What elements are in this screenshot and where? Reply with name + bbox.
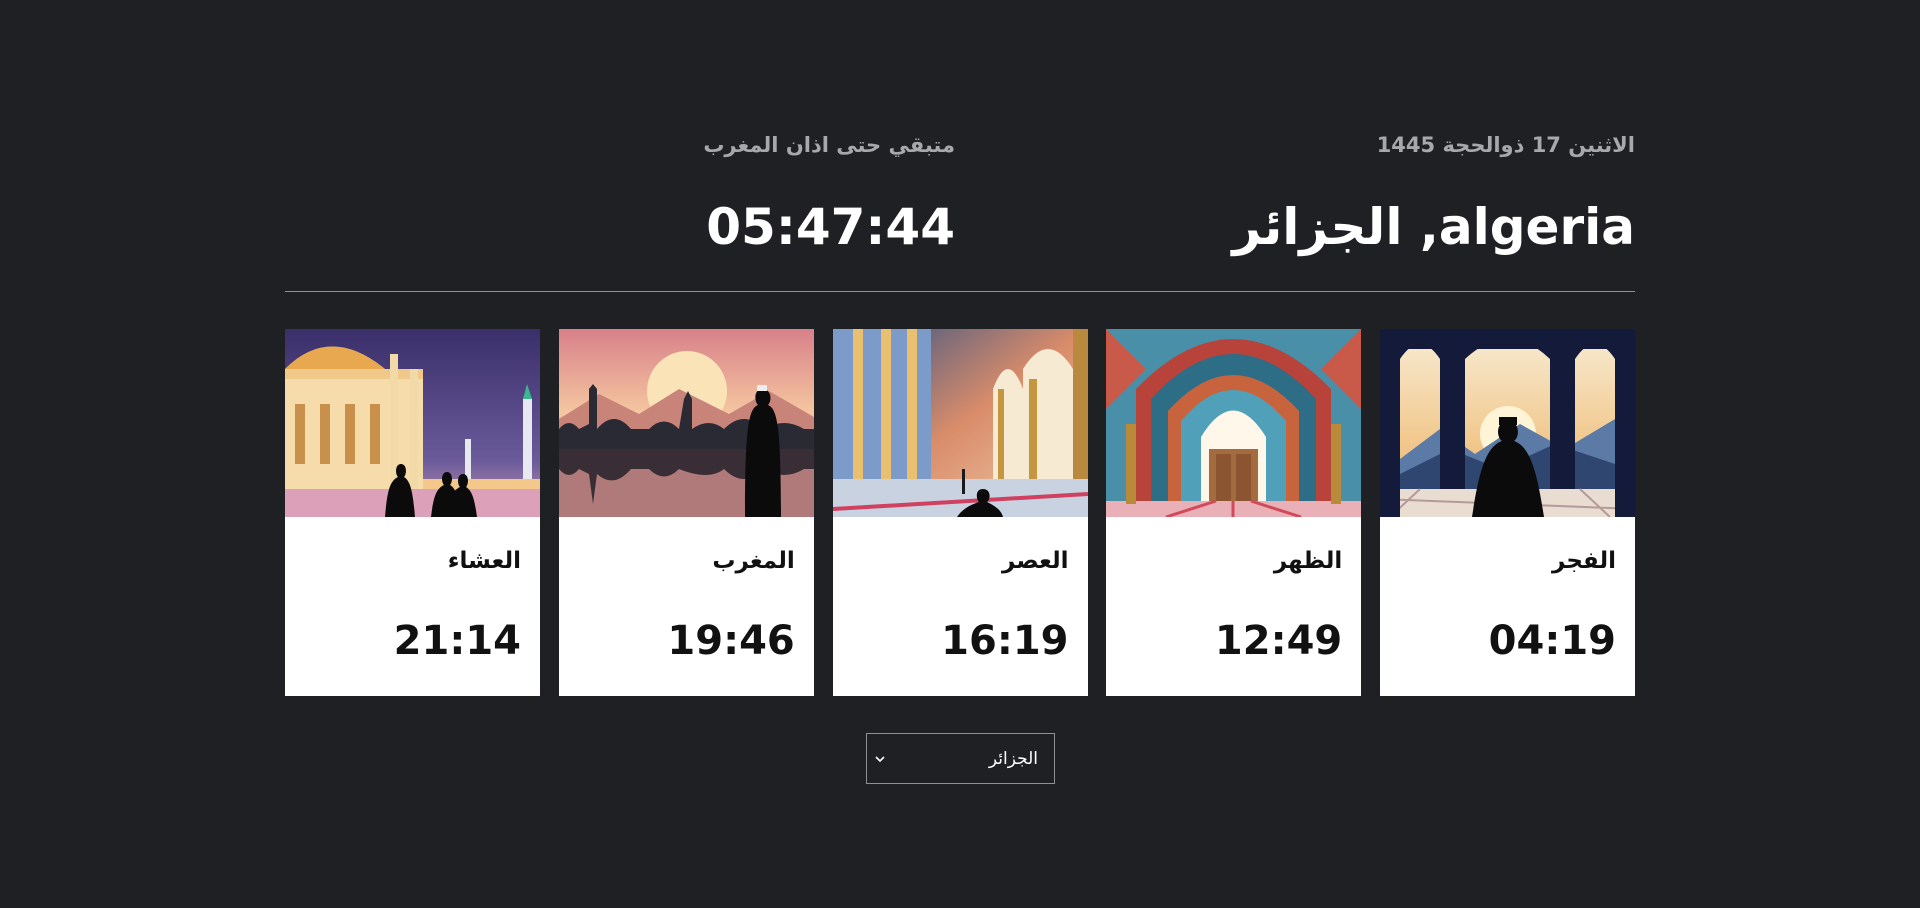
countdown-block: متبقي حتى اذان المغرب 05:47:44 [285, 0, 955, 292]
countdown-label: متبقي حتى اذان المغرب [703, 133, 955, 157]
fajr-image [1380, 329, 1635, 517]
location-title: algeria, الجزائر [1232, 198, 1635, 256]
city-select-value: الجزائر [988, 748, 1038, 768]
prayer-card-isha: العشاء 21:14 [285, 329, 540, 696]
prayer-time: 16:19 [941, 618, 1069, 664]
prayer-card-fajr: الفجر 04:19 [1380, 329, 1635, 696]
divider [285, 291, 1635, 292]
prayer-card-dhuhr: الظهر 12:49 [1106, 329, 1362, 696]
prayer-name: الظهر [1273, 548, 1343, 574]
isha-image [285, 329, 540, 517]
prayer-time: 19:46 [667, 618, 795, 664]
prayer-name: العشاء [447, 548, 521, 574]
asr-image [832, 329, 1088, 517]
prayer-times-app: الاثنين 17 ذوالحجة 1445 algeria, الجزائر… [285, 0, 1635, 908]
header: الاثنين 17 ذوالحجة 1445 algeria, الجزائر… [285, 0, 1635, 292]
prayer-name: العصر [1002, 548, 1069, 574]
prayer-card-maghrib: المغرب 19:46 [558, 329, 814, 696]
prayer-time: 21:14 [393, 618, 521, 664]
countdown-timer: 05:47:44 [706, 198, 955, 256]
maghrib-image [558, 329, 814, 517]
hijri-date: الاثنين 17 ذوالحجة 1445 [1376, 133, 1635, 157]
prayer-name: المغرب [712, 548, 795, 574]
prayer-cards: الفجر 04:19 الظهر 12:49 العصر 16:19 المغ… [285, 329, 1635, 696]
location-block: الاثنين 17 ذوالحجة 1445 algeria, الجزائر [960, 0, 1635, 292]
prayer-time: 04:19 [1488, 618, 1616, 664]
city-select[interactable]: الجزائر [866, 733, 1055, 784]
prayer-card-asr: العصر 16:19 [832, 329, 1088, 696]
chevron-down-icon [875, 755, 885, 762]
dhuhr-image [1106, 329, 1362, 517]
prayer-time: 12:49 [1214, 618, 1343, 664]
prayer-name: الفجر [1552, 548, 1616, 574]
